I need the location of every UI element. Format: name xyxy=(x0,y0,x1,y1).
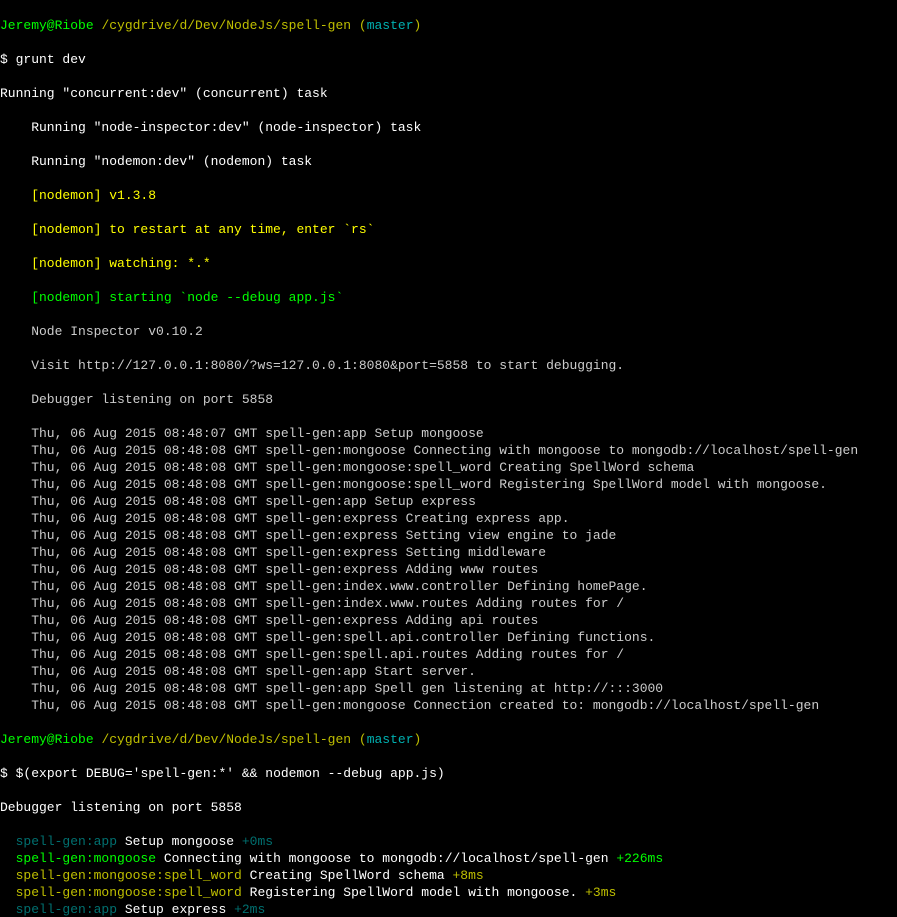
log-line: Thu, 06 Aug 2015 08:48:08 GMT spell-gen:… xyxy=(0,493,897,510)
debug-log-line: spell-gen:mongoose Connecting with mongo… xyxy=(0,850,897,867)
debug-log-line: spell-gen:app Setup express +2ms xyxy=(0,901,897,917)
prompt-path: /cygdrive/d/Dev/NodeJs/spell-gen xyxy=(101,18,351,33)
inspector-visit: Visit http://127.0.0.1:8080/?ws=127.0.0.… xyxy=(0,357,897,374)
log-line: Thu, 06 Aug 2015 08:48:08 GMT spell-gen:… xyxy=(0,459,897,476)
debug-message: Creating SpellWord schema xyxy=(242,868,453,883)
log-line: Thu, 06 Aug 2015 08:48:08 GMT spell-gen:… xyxy=(0,680,897,697)
terminal-output[interactable]: Jeremy@Riobe /cygdrive/d/Dev/NodeJs/spel… xyxy=(0,0,897,917)
debug-namespace: spell-gen:app xyxy=(16,902,117,917)
log-line: Thu, 06 Aug 2015 08:48:08 GMT spell-gen:… xyxy=(0,510,897,527)
log-line: Thu, 06 Aug 2015 08:48:08 GMT spell-gen:… xyxy=(0,595,897,612)
log-line: Thu, 06 Aug 2015 08:48:08 GMT spell-gen:… xyxy=(0,527,897,544)
log-line: Thu, 06 Aug 2015 08:48:08 GMT spell-gen:… xyxy=(0,442,897,459)
debug-time: +3ms xyxy=(585,885,616,900)
log-line: Thu, 06 Aug 2015 08:48:07 GMT spell-gen:… xyxy=(0,425,897,442)
command-text: $(export DEBUG='spell-gen:*' && nodemon … xyxy=(16,766,445,781)
log-line: Thu, 06 Aug 2015 08:48:08 GMT spell-gen:… xyxy=(0,578,897,595)
debug-log-line: spell-gen:mongoose:spell_word Creating S… xyxy=(0,867,897,884)
log-block-1: Thu, 06 Aug 2015 08:48:07 GMT spell-gen:… xyxy=(0,425,897,714)
inspector-version: Node Inspector v0.10.2 xyxy=(0,323,897,340)
nodemon-watching: [nodemon] watching: *.* xyxy=(0,255,897,272)
prompt-line: Jeremy@Riobe /cygdrive/d/Dev/NodeJs/spel… xyxy=(0,731,897,748)
debug-message: Registering SpellWord model with mongoos… xyxy=(242,885,585,900)
debug-namespace: spell-gen:mongoose:spell_word xyxy=(16,868,242,883)
debug-log-line: spell-gen:app Setup mongoose +0ms xyxy=(0,833,897,850)
command-line-1: $ grunt dev xyxy=(0,51,897,68)
debug-namespace: spell-gen:mongoose xyxy=(16,851,156,866)
debug-namespace: spell-gen:mongoose:spell_word xyxy=(16,885,242,900)
nodemon-restart: [nodemon] to restart at any time, enter … xyxy=(0,221,897,238)
log-line: Thu, 06 Aug 2015 08:48:08 GMT spell-gen:… xyxy=(0,697,897,714)
log-line: Thu, 06 Aug 2015 08:48:08 GMT spell-gen:… xyxy=(0,476,897,493)
log-line: Thu, 06 Aug 2015 08:48:08 GMT spell-gen:… xyxy=(0,544,897,561)
prompt-user: Jeremy@Riobe xyxy=(0,18,94,33)
debug-time: +2ms xyxy=(234,902,265,917)
command-line-2: $ $(export DEBUG='spell-gen:*' && nodemo… xyxy=(0,765,897,782)
prompt-sigil: $ xyxy=(0,52,8,67)
debug-listen: Debugger listening on port 5858 xyxy=(0,391,897,408)
debug-namespace: spell-gen:app xyxy=(16,834,117,849)
log-line: Thu, 06 Aug 2015 08:48:08 GMT spell-gen:… xyxy=(0,646,897,663)
prompt-line: Jeremy@Riobe /cygdrive/d/Dev/NodeJs/spel… xyxy=(0,17,897,34)
debug-time: +8ms xyxy=(453,868,484,883)
debug-message: Setup mongoose xyxy=(117,834,242,849)
task-line: Running "concurrent:dev" (concurrent) ta… xyxy=(0,85,897,102)
subtask-line: Running "nodemon:dev" (nodemon) task xyxy=(0,153,897,170)
debug-time: +226ms xyxy=(616,851,663,866)
debug-time: +0ms xyxy=(242,834,273,849)
log-line: Thu, 06 Aug 2015 08:48:08 GMT spell-gen:… xyxy=(0,663,897,680)
subtask-line: Running "node-inspector:dev" (node-inspe… xyxy=(0,119,897,136)
nodemon-starting: [nodemon] starting `node --debug app.js` xyxy=(0,289,897,306)
log-line: Thu, 06 Aug 2015 08:48:08 GMT spell-gen:… xyxy=(0,629,897,646)
log-block-2: spell-gen:app Setup mongoose +0ms spell-… xyxy=(0,833,897,917)
debug-message: Connecting with mongoose to mongodb://lo… xyxy=(156,851,616,866)
git-branch: master xyxy=(367,18,414,33)
nodemon-version: [nodemon] v1.3.8 xyxy=(0,187,897,204)
log-line: Thu, 06 Aug 2015 08:48:08 GMT spell-gen:… xyxy=(0,612,897,629)
log-line: Thu, 06 Aug 2015 08:48:08 GMT spell-gen:… xyxy=(0,561,897,578)
debug-listen: Debugger listening on port 5858 xyxy=(0,799,897,816)
debug-message: Setup express xyxy=(117,902,234,917)
command-text: grunt dev xyxy=(16,52,86,67)
debug-log-line: spell-gen:mongoose:spell_word Registerin… xyxy=(0,884,897,901)
